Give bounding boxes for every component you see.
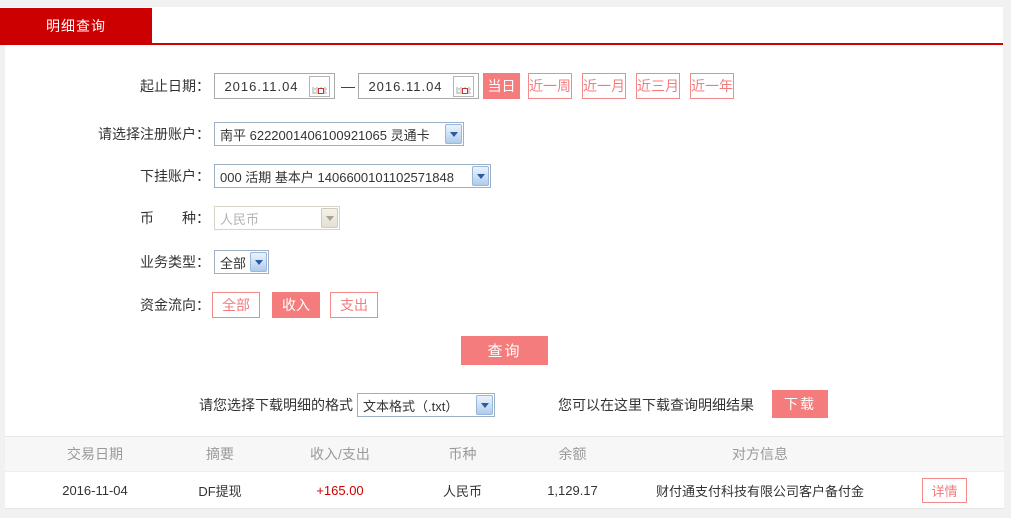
- quick-range-year-button[interactable]: 近一年: [690, 73, 734, 99]
- download-format-value: 文本格式（.txt）: [363, 398, 459, 414]
- row-amount: +165.00: [316, 482, 364, 498]
- row-summary: DF提现: [198, 483, 242, 499]
- quick-range-today-button[interactable]: 当日: [483, 73, 520, 99]
- end-date-value: 2016.11.04: [368, 78, 443, 94]
- download-format-select[interactable]: 文本格式（.txt）: [357, 393, 495, 417]
- fund-flow-label: 资金流向：: [140, 297, 210, 313]
- table-header-row: 交易日期 摘要 收入/支出 币种 余额 对方信息: [5, 436, 1004, 472]
- calendar-icon[interactable]: [309, 76, 330, 97]
- register-account-select[interactable]: 南平 6222001406100921065 灵通卡: [214, 122, 464, 146]
- quick-range-quarter-button[interactable]: 近三月: [636, 73, 680, 99]
- header-counterparty: 对方信息: [732, 446, 788, 462]
- start-date-input[interactable]: 2016.11.04: [214, 73, 335, 99]
- currency-label: 币 种：: [140, 210, 210, 226]
- linked-account-value: 000 活期 基本户 1406600101102571848: [220, 169, 454, 185]
- quick-range-week-button[interactable]: 近一周: [528, 73, 572, 99]
- register-account-label: 请选择注册账户：: [98, 126, 210, 142]
- end-date-input[interactable]: 2016.11.04: [358, 73, 479, 99]
- download-button[interactable]: 下载: [772, 390, 828, 418]
- detail-query-page: 明细查询 起止日期： 2016.11.04 — 2016.11.04 当日 近一…: [0, 0, 1011, 518]
- header-income-expense: 收入/支出: [310, 446, 370, 462]
- chevron-down-icon[interactable]: [250, 252, 267, 272]
- chevron-down-icon[interactable]: [476, 395, 493, 415]
- chevron-down-icon: [321, 208, 338, 228]
- business-type-label: 业务类型：: [140, 254, 210, 270]
- chevron-down-icon[interactable]: [472, 166, 489, 186]
- fund-flow-income-button[interactable]: 收入: [272, 292, 320, 318]
- header-currency: 币种: [448, 446, 477, 462]
- business-type-value: 全部: [220, 255, 247, 271]
- fund-flow-expense-button[interactable]: 支出: [330, 292, 378, 318]
- table-row: 2016-11-04 DF提现 +165.00 人民币 1,129.17 财付通…: [5, 472, 1004, 509]
- start-date-value: 2016.11.04: [224, 78, 299, 94]
- currency-select: 人民币: [214, 206, 340, 230]
- row-currency: 人民币: [442, 483, 482, 499]
- fund-flow-all-button[interactable]: 全部: [212, 292, 260, 318]
- download-format-label: 请您选择下载明细的格式: [199, 397, 353, 413]
- business-type-select[interactable]: 全部: [214, 250, 269, 274]
- date-separator: —: [341, 78, 355, 94]
- header-summary: 摘要: [206, 446, 234, 462]
- tab-underline: [0, 43, 1003, 45]
- quick-range-month-button[interactable]: 近一月: [582, 73, 626, 99]
- chevron-down-icon[interactable]: [445, 124, 462, 144]
- detail-button[interactable]: 详情: [922, 478, 967, 503]
- linked-account-select[interactable]: 000 活期 基本户 1406600101102571848: [214, 164, 491, 188]
- tab-label: 明细查询: [46, 17, 106, 34]
- linked-account-label: 下挂账户：: [140, 168, 210, 184]
- register-account-value: 南平 6222001406100921065 灵通卡: [220, 127, 430, 143]
- query-button[interactable]: 查询: [461, 336, 548, 365]
- download-hint: 您可以在这里下载查询明细结果: [558, 397, 754, 413]
- date-range-label: 起止日期：: [140, 78, 210, 94]
- tab-detail-query[interactable]: 明细查询: [0, 8, 152, 43]
- row-counterparty: 财付通支付科技有限公司客户备付金: [655, 483, 864, 499]
- calendar-icon[interactable]: [453, 76, 474, 97]
- currency-value: 人民币: [220, 211, 260, 227]
